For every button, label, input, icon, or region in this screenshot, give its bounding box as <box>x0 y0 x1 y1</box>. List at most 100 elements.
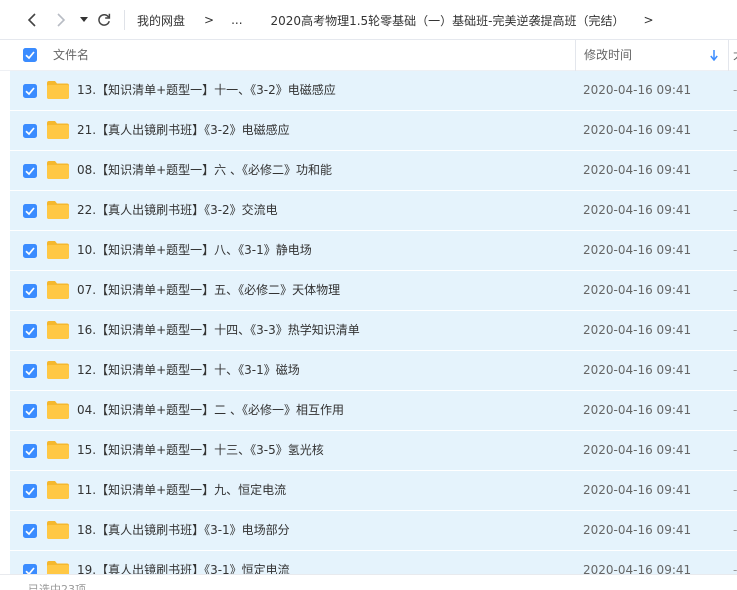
row-checkbox[interactable] <box>23 124 37 141</box>
navigation-bar: 我的网盘 > ... 2020高考物理1.5轮零基础（一）基础班-完美逆袭提高班… <box>0 0 737 40</box>
chevron-left-icon <box>27 13 36 27</box>
row-checkbox[interactable] <box>23 404 37 421</box>
refresh-button[interactable] <box>94 8 114 32</box>
file-name[interactable]: 21.【真人出镜刷书班】《3-2》电磁感应 <box>77 111 290 150</box>
file-row[interactable]: 13.【知识清单+题型一】十一、《3-2》电磁感应 2020-04-16 09:4… <box>10 71 737 110</box>
column-divider[interactable] <box>575 40 576 71</box>
file-name[interactable]: 15.【知识清单+题型一】十三、《3-5》氢光核 <box>77 431 324 470</box>
file-row[interactable]: 11.【知识清单+题型一】九、恒定电流 2020-04-16 09:41 - <box>10 471 737 510</box>
breadcrumb-current[interactable]: 2020高考物理1.5轮零基础（一）基础班-完美逆袭提高班（完结） <box>271 12 625 29</box>
folder-icon <box>47 561 69 574</box>
file-row[interactable]: 10.【知识清单+题型一】八、《3-1》静电场 2020-04-16 09:41 - <box>10 231 737 270</box>
arrow-down-icon <box>710 50 718 62</box>
file-row[interactable]: 16.【知识清单+题型一】十四、《3-3》热学知识清单 2020-04-16 09… <box>10 311 737 350</box>
file-modified-time: 2020-04-16 09:41 <box>583 363 692 377</box>
file-name[interactable]: 11.【知识清单+题型一】九、恒定电流 <box>77 471 286 510</box>
file-size: - <box>733 323 737 337</box>
file-size: - <box>733 203 737 217</box>
row-checkbox[interactable] <box>23 524 37 541</box>
file-name[interactable]: 18.【真人出镜刷书班】《3-1》电场部分 <box>77 511 290 550</box>
file-modified-time: 2020-04-16 09:41 <box>583 283 692 297</box>
checkbox-checked-icon <box>23 48 37 62</box>
row-checkbox[interactable] <box>23 164 37 181</box>
row-checkbox[interactable] <box>23 324 37 341</box>
folder-icon <box>47 161 69 182</box>
file-row[interactable]: 08.【知识清单+题型一】六 、《必修二》功和能 2020-04-16 09:41… <box>10 151 737 190</box>
file-name[interactable]: 16.【知识清单+题型一】十四、《3-3》热学知识清单 <box>77 311 360 350</box>
file-name[interactable]: 08.【知识清单+题型一】六 、《必修二》功和能 <box>77 151 332 190</box>
column-divider[interactable] <box>728 40 729 71</box>
column-modified-header[interactable]: 修改时间 <box>584 40 632 71</box>
file-modified-time: 2020-04-16 09:41 <box>583 163 692 177</box>
file-name[interactable]: 22.【真人出镜刷书班】《3-2》交流电 <box>77 191 278 230</box>
file-modified-time: 2020-04-16 09:41 <box>583 83 692 97</box>
sort-descending-icon[interactable] <box>710 50 718 64</box>
checkbox-checked-icon <box>23 484 37 498</box>
row-checkbox[interactable] <box>23 364 37 381</box>
file-name[interactable]: 10.【知识清单+题型一】八、《3-1》静电场 <box>77 231 312 270</box>
row-checkbox[interactable] <box>23 284 37 301</box>
folder-icon <box>47 121 69 142</box>
column-size-header[interactable]: 大 <box>733 40 737 71</box>
back-button[interactable] <box>22 8 42 32</box>
file-row[interactable]: 12.【知识清单+题型一】十、《3-1》磁场 2020-04-16 09:41 - <box>10 351 737 390</box>
row-checkbox[interactable] <box>23 484 37 501</box>
breadcrumb-trailing-separator[interactable]: > <box>644 13 654 27</box>
row-checkbox[interactable] <box>23 84 37 101</box>
folder-icon <box>47 281 69 302</box>
folder-icon <box>47 201 69 222</box>
chevron-right-icon <box>57 13 66 27</box>
checkbox-checked-icon <box>23 164 37 178</box>
folder-icon <box>47 401 69 422</box>
checkbox-checked-icon <box>23 404 37 418</box>
refresh-icon <box>98 13 111 26</box>
breadcrumb-root[interactable]: 我的网盘 <box>137 12 185 29</box>
checkbox-checked-icon <box>23 284 37 298</box>
file-row[interactable]: 15.【知识清单+题型一】十三、《3-5》氢光核 2020-04-16 09:41… <box>10 431 737 470</box>
file-name[interactable]: 12.【知识清单+题型一】十、《3-1》磁场 <box>77 351 300 390</box>
folder-icon <box>47 81 69 102</box>
file-size: - <box>733 123 737 137</box>
file-size: - <box>733 83 737 97</box>
file-name[interactable]: 19.【真人出镜刷书班】《3-1》恒定电流 <box>77 551 290 574</box>
file-name[interactable]: 04.【知识清单+题型一】二 、《必修一》相互作用 <box>77 391 344 430</box>
checkbox-checked-icon <box>23 444 37 458</box>
caret-down-icon <box>80 17 88 22</box>
file-name[interactable]: 07.【知识清单+题型一】五、《必修二》天体物理 <box>77 271 340 310</box>
file-modified-time: 2020-04-16 09:41 <box>583 483 692 497</box>
file-row[interactable]: 07.【知识清单+题型一】五、《必修二》天体物理 2020-04-16 09:41… <box>10 271 737 310</box>
column-header: 文件名 修改时间 大 <box>0 40 737 71</box>
forward-button[interactable] <box>51 8 71 32</box>
row-checkbox[interactable] <box>23 444 37 461</box>
file-name[interactable]: 13.【知识清单+题型一】十一、《3-2》电磁感应 <box>77 71 336 110</box>
file-size: - <box>733 483 737 497</box>
row-checkbox[interactable] <box>23 564 37 574</box>
file-size: - <box>733 563 737 574</box>
select-all-checkbox[interactable] <box>23 48 37 65</box>
checkbox-checked-icon <box>23 564 37 574</box>
folder-icon <box>47 361 69 382</box>
file-size: - <box>733 163 737 177</box>
file-modified-time: 2020-04-16 09:41 <box>583 563 692 574</box>
history-dropdown-button[interactable] <box>76 8 92 32</box>
file-modified-time: 2020-04-16 09:41 <box>583 203 692 217</box>
file-list: 13.【知识清单+题型一】十一、《3-2》电磁感应 2020-04-16 09:4… <box>0 71 737 574</box>
file-modified-time: 2020-04-16 09:41 <box>583 523 692 537</box>
row-checkbox[interactable] <box>23 204 37 221</box>
file-size: - <box>733 283 737 297</box>
row-checkbox[interactable] <box>23 244 37 261</box>
file-row[interactable]: 04.【知识清单+题型一】二 、《必修一》相互作用 2020-04-16 09:4… <box>10 391 737 430</box>
folder-icon <box>47 321 69 342</box>
file-row[interactable]: 21.【真人出镜刷书班】《3-2》电磁感应 2020-04-16 09:41 - <box>10 111 737 150</box>
folder-icon <box>47 521 69 542</box>
breadcrumb-ellipsis[interactable]: ... <box>231 13 242 27</box>
column-name-header[interactable]: 文件名 <box>53 40 89 71</box>
file-size: - <box>733 243 737 257</box>
file-modified-time: 2020-04-16 09:41 <box>583 323 692 337</box>
checkbox-checked-icon <box>23 244 37 258</box>
file-row[interactable]: 22.【真人出镜刷书班】《3-2》交流电 2020-04-16 09:41 - <box>10 191 737 230</box>
file-row[interactable]: 19.【真人出镜刷书班】《3-1》恒定电流 2020-04-16 09:41 - <box>10 551 737 574</box>
status-bar: 已选中23项 <box>0 574 737 590</box>
folder-icon <box>47 241 69 262</box>
file-row[interactable]: 18.【真人出镜刷书班】《3-1》电场部分 2020-04-16 09:41 - <box>10 511 737 550</box>
